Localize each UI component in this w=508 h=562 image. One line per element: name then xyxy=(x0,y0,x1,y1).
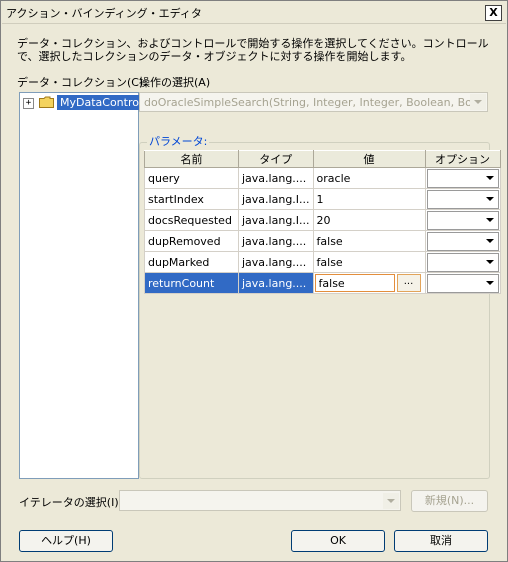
parameters-group-label: パラメータ: xyxy=(147,133,210,149)
data-collection-label: データ・コレクション(C): xyxy=(17,76,147,89)
chevron-down-icon xyxy=(481,274,498,291)
param-name: startIndex xyxy=(144,188,239,210)
table-header-row: 名前 タイプ 値 オプション xyxy=(144,150,501,168)
option-dropdown[interactable] xyxy=(426,273,499,293)
param-name: docsRequested xyxy=(144,209,239,231)
title-bar[interactable]: アクション・バインディング・エディタ X xyxy=(2,2,506,24)
param-name: query xyxy=(144,167,239,189)
param-value-editor[interactable] xyxy=(314,274,395,292)
chevron-down-icon xyxy=(481,169,498,186)
chevron-down-icon xyxy=(470,94,486,110)
column-header-options[interactable]: オプション xyxy=(424,150,501,168)
param-value[interactable]: oracle xyxy=(312,167,426,189)
option-dropdown[interactable] xyxy=(426,231,499,251)
iterator-label: イテレータの選択(I): xyxy=(19,496,123,509)
param-type: java.lang.I... xyxy=(238,188,314,210)
dialog-title: アクション・バインディング・エディタ xyxy=(6,7,202,20)
param-name: returnCount xyxy=(144,272,239,294)
param-name: dupRemoved xyxy=(144,230,239,252)
column-header-type[interactable]: タイプ xyxy=(238,150,314,168)
option-dropdown[interactable] xyxy=(426,210,499,230)
ellipsis-button[interactable]: ... xyxy=(396,274,421,292)
param-value[interactable]: false xyxy=(312,251,426,273)
chevron-down-icon xyxy=(481,232,498,249)
iterator-select[interactable] xyxy=(119,490,401,511)
option-dropdown[interactable] xyxy=(426,168,499,188)
operation-label: 操作の選択(A) xyxy=(139,76,211,89)
param-name: dupMarked xyxy=(144,251,239,273)
new-button[interactable]: 新規(N)... xyxy=(411,490,488,512)
tree-expand-icon[interactable]: + xyxy=(23,98,34,109)
operation-select-value: doOracleSimpleSearch(String, Integer, In… xyxy=(144,96,470,109)
table-row[interactable]: query java.lang.... oracle xyxy=(144,167,501,189)
param-type: java.lang.... xyxy=(238,230,314,252)
instructions-text: データ・コレクション、およびコントロールで開始する操作を選択してください。コント… xyxy=(17,37,489,63)
tree-item-mydatacontrol[interactable]: MyDataControl xyxy=(57,95,146,110)
cancel-button[interactable]: 取消 xyxy=(394,530,488,552)
parameters-table: 名前 タイプ 値 オプション query java.lang.... oracl… xyxy=(144,150,501,294)
param-value[interactable]: false xyxy=(312,230,426,252)
param-value[interactable]: 20 xyxy=(312,209,426,231)
param-type: java.lang.... xyxy=(238,251,314,273)
param-type: java.lang.... xyxy=(238,167,314,189)
param-type: java.lang.... xyxy=(238,272,314,294)
param-type: java.lang.I... xyxy=(238,209,314,231)
operation-select[interactable]: doOracleSimpleSearch(String, Integer, In… xyxy=(139,92,488,112)
table-row[interactable]: dupMarked java.lang.... false xyxy=(144,251,501,273)
param-value[interactable]: 1 xyxy=(312,188,426,210)
chevron-down-icon xyxy=(481,190,498,207)
folder-icon xyxy=(39,96,54,108)
close-button[interactable]: X xyxy=(485,5,502,21)
table-row[interactable]: startIndex java.lang.I... 1 xyxy=(144,188,501,210)
table-row[interactable]: docsRequested java.lang.I... 20 xyxy=(144,209,501,231)
chevron-down-icon xyxy=(481,211,498,228)
column-header-name[interactable]: 名前 xyxy=(144,150,239,168)
table-row[interactable]: dupRemoved java.lang.... false xyxy=(144,230,501,252)
chevron-down-icon xyxy=(383,493,399,509)
help-button[interactable]: ヘルプ(H) xyxy=(19,530,113,552)
data-collection-tree[interactable]: + MyDataControl xyxy=(19,92,146,479)
ok-button[interactable]: OK xyxy=(291,530,385,552)
option-dropdown[interactable] xyxy=(426,252,499,272)
option-dropdown[interactable] xyxy=(426,189,499,209)
table-row-selected[interactable]: returnCount java.lang.... ... xyxy=(144,272,501,294)
chevron-down-icon xyxy=(481,253,498,270)
column-header-value[interactable]: 値 xyxy=(312,150,426,168)
